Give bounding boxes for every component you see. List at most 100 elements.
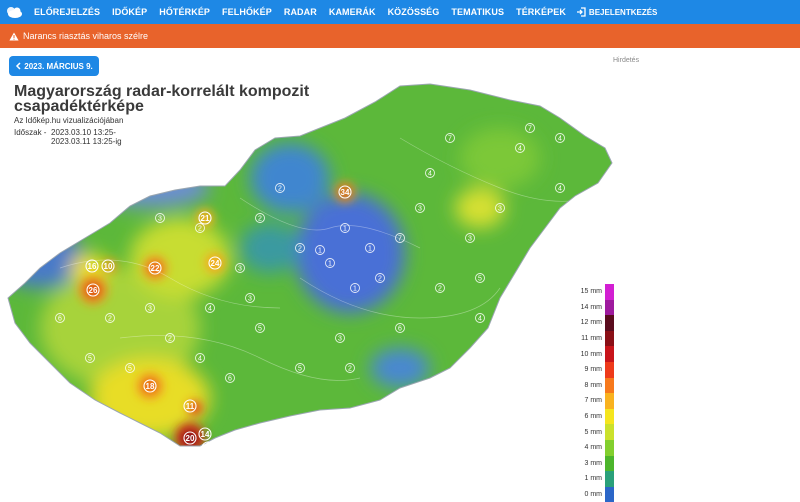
sign-in-icon (576, 7, 586, 17)
hotspot-marker[interactable]: 22 (148, 261, 162, 275)
legend-label: 4 mm (584, 444, 603, 452)
legend-swatch (605, 424, 614, 440)
map-period: Időszak - 2023.03.10 13:25- 2023.03.11 13:… (14, 128, 122, 146)
station-value: 1 (343, 226, 347, 233)
station-value: 6 (228, 376, 232, 383)
cloud-sun-icon (7, 7, 22, 18)
hotspot-marker[interactable]: 18 (143, 379, 157, 393)
top-navbar: ELŐREJELZÉS IDŐKÉP HŐTÉRKÉP FELHŐKÉP RAD… (0, 0, 800, 24)
legend-swatch (605, 455, 614, 472)
station-value: 1 (318, 248, 322, 255)
hotspot-marker[interactable]: 21 (198, 211, 212, 225)
legend-item: 10 mm (580, 346, 614, 362)
station-value: 1 (368, 246, 372, 253)
station-value: 3 (248, 296, 252, 303)
nav-item-elorejelzes[interactable]: ELŐREJELZÉS (28, 0, 106, 24)
idokep-logo[interactable] (0, 0, 28, 24)
login-label: BEJELENTKEZÉS (588, 7, 658, 17)
hotspot-marker[interactable]: 12 (201, 441, 215, 455)
legend-swatch (605, 377, 614, 394)
nav-item-idokep[interactable]: IDŐKÉP (106, 0, 153, 24)
station-value: 7 (448, 136, 452, 143)
nav-item-radar[interactable]: RADAR (278, 0, 323, 24)
legend-swatch (605, 299, 614, 316)
legend-item: 8 mm (580, 377, 614, 394)
hotspot-value: 10 (104, 262, 113, 271)
station-value: 4 (558, 186, 562, 193)
legend-swatch (605, 315, 614, 331)
station-value: 4 (208, 306, 212, 313)
hotspot-value: 26 (89, 286, 98, 295)
legend-item: 6 mm (580, 408, 614, 425)
map-title: Magyarország radar-korrelált kompozit cs… (14, 83, 310, 115)
date-label: 2023. MÁRCIUS 9. (24, 61, 93, 71)
station-value: 4 (198, 356, 202, 363)
legend-item: 7 mm (580, 393, 614, 409)
legend-label: 3 mm (584, 459, 603, 467)
legend-item: 5 mm (580, 424, 614, 440)
legend-label: 0 mm (584, 491, 603, 499)
legend-item: 14 mm (580, 299, 614, 316)
legend-item: 11 mm (580, 330, 614, 347)
station-value: 5 (478, 276, 482, 283)
legend-swatch (605, 361, 614, 378)
period-label: Időszak - (14, 128, 47, 137)
hotspot-value: 16 (88, 262, 97, 271)
hotspot-marker[interactable]: 10 (101, 259, 115, 273)
hotspot-marker[interactable]: 14 (198, 427, 212, 441)
station-value: 2 (348, 366, 352, 373)
station-value: 2 (198, 226, 202, 233)
station-value: 2 (258, 216, 262, 223)
station-value: 4 (518, 146, 522, 153)
station-value: 2 (438, 286, 442, 293)
hotspot-marker[interactable]: 16 (85, 259, 99, 273)
legend-label: 11 mm (581, 335, 602, 343)
nav-item-kozosseg[interactable]: KÖZÖSSÉG (382, 0, 446, 24)
ad-label: Hirdetés (613, 57, 640, 64)
hotspot-marker[interactable]: 11 (183, 399, 197, 413)
weather-alert-bar[interactable]: Narancs riasztás viharos szélre (0, 24, 800, 48)
nav-item-terkepek[interactable]: TÉRKÉPEK (510, 0, 572, 24)
legend-label: 12 mm (580, 319, 602, 327)
chevron-left-icon (16, 62, 21, 70)
legend-item: 12 mm (580, 315, 614, 331)
station-value: 7 (398, 236, 402, 243)
station-value: 4 (558, 136, 562, 143)
hotspot-value: 11 (186, 402, 195, 411)
precipitation-legend: 15 mm 14 mm 12 mm 11 mm 10 mm 9 mm 8 mm 7 mm 6 m… (580, 284, 614, 502)
alert-text: Narancs riasztás viharos szélre (23, 31, 149, 41)
station-value: 5 (88, 356, 92, 363)
legend-swatch (605, 471, 614, 487)
hotspot-value: 24 (211, 259, 220, 268)
hotspot-value: 14 (201, 430, 210, 439)
legend-item: 1 mm (580, 471, 614, 487)
hotspot-value: 12 (204, 444, 213, 453)
hotspot-marker[interactable]: 20 (183, 431, 197, 445)
station-value: 5 (128, 366, 132, 373)
nav-item-kamerak[interactable]: KAMERÁK (323, 0, 382, 24)
legend-label: 14 mm (580, 303, 602, 311)
hotspot-value: 18 (146, 382, 155, 391)
station-value: 1 (353, 286, 357, 293)
station-value: 7 (528, 126, 532, 133)
station-value: 2 (278, 186, 282, 193)
station-value: 3 (418, 206, 422, 213)
hotspot-value: 22 (151, 264, 160, 273)
nav-item-hoterkep[interactable]: HŐTÉRKÉP (153, 0, 216, 24)
date-select-button[interactable]: 2023. MÁRCIUS 9. (9, 56, 99, 76)
hotspot-marker[interactable]: 26 (86, 283, 100, 297)
main-nav: ELŐREJELZÉS IDŐKÉP HŐTÉRKÉP FELHŐKÉP RAD… (28, 0, 572, 24)
legend-label: 8 mm (584, 381, 603, 389)
hotspot-marker[interactable]: 24 (208, 256, 222, 270)
legend-swatch (605, 486, 614, 502)
legend-swatch (605, 346, 614, 362)
station-value: 3 (338, 336, 342, 343)
legend-label: 15 mm (580, 288, 602, 296)
login-button[interactable]: BEJELENTKEZÉS (576, 7, 657, 17)
station-value: 4 (478, 316, 482, 323)
hotspot-marker[interactable]: 34 (338, 185, 352, 199)
station-value: 2 (298, 246, 302, 253)
nav-item-felhokep[interactable]: FELHŐKÉP (216, 0, 278, 24)
station-value: 3 (498, 206, 502, 213)
nav-item-tematikus[interactable]: TEMATIKUS (445, 0, 510, 24)
